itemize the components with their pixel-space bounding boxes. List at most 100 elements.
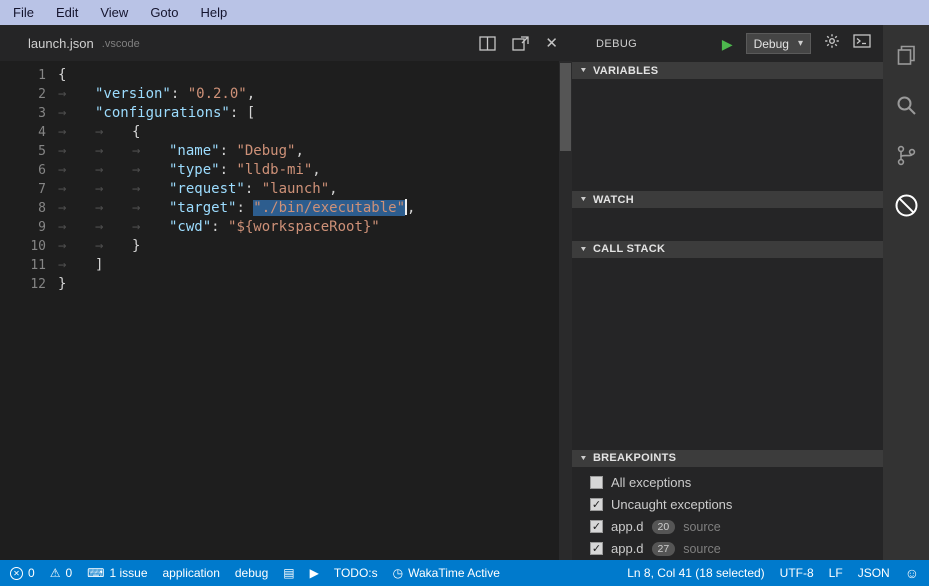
breakpoint-row[interactable]: ✓app.d20source — [572, 516, 883, 538]
open-preview-icon[interactable] — [512, 36, 529, 51]
code-line[interactable]: 6→→→"type": "lldb-mi", — [0, 161, 572, 180]
tab-whitespace-arrow-icon: → — [58, 237, 95, 256]
breakpoint-row[interactable]: ✓Uncaught exceptions — [572, 494, 883, 516]
keyboard-icon: ⌨ — [87, 567, 104, 579]
statusbar-encoding[interactable]: UTF-8 — [780, 566, 814, 580]
line-number: 10 — [0, 237, 46, 256]
breakpoint-checkbox[interactable] — [590, 476, 603, 489]
code-token: "request" — [169, 181, 245, 197]
code-line[interactable]: 12} — [0, 275, 572, 294]
code-token: , — [247, 86, 255, 102]
statusbar-eol[interactable]: LF — [829, 566, 843, 580]
search-icon[interactable] — [892, 91, 920, 119]
statusbar-encoding-label: UTF-8 — [780, 566, 814, 580]
line-number: 4 — [0, 123, 46, 142]
statusbar-language-mode[interactable]: JSON — [858, 566, 890, 580]
tab-whitespace-arrow-icon: → — [58, 180, 95, 199]
code-line[interactable]: 11 →] — [0, 256, 572, 275]
debug-console-icon[interactable] — [853, 34, 871, 53]
tab-folder-label: .vscode — [102, 38, 140, 50]
git-icon[interactable] — [892, 141, 920, 169]
code-token: ] — [95, 257, 103, 273]
breakpoint-line-badge: 20 — [652, 520, 676, 534]
tab-whitespace-arrow-icon: → — [95, 123, 132, 142]
section-callstack-header[interactable]: ▼ CALL STACK — [572, 241, 883, 258]
editor-scrollbar[interactable] — [559, 61, 572, 560]
code-token: , — [407, 200, 415, 216]
tab-whitespace-arrow-icon: → — [95, 161, 132, 180]
section-breakpoints-title: BREAKPOINTS — [593, 452, 676, 464]
editor-region: launch.json .vscode ✕ 1{2→"version": "0.… — [0, 25, 572, 560]
section-collapse-icon: ▼ — [579, 246, 587, 253]
breakpoint-checkbox[interactable]: ✓ — [590, 542, 603, 555]
scrollbar-thumb[interactable] — [560, 63, 571, 151]
menu-item-goto[interactable]: Goto — [139, 2, 189, 23]
tab-whitespace-arrow-icon: → — [132, 199, 169, 218]
breakpoint-checkbox[interactable]: ✓ — [590, 520, 603, 533]
main-area: launch.json .vscode ✕ 1{2→"version": "0.… — [0, 25, 929, 560]
breakpoint-checkbox[interactable]: ✓ — [590, 498, 603, 511]
line-number: 8 — [0, 199, 46, 218]
close-tab-icon[interactable]: ✕ — [545, 36, 558, 51]
statusbar-wakatime[interactable]: ◷WakaTime Active — [393, 566, 500, 580]
section-watch-header[interactable]: ▼ WATCH — [572, 191, 883, 208]
line-content: →"configurations": [ — [58, 104, 255, 123]
menu-item-help[interactable]: Help — [190, 2, 239, 23]
section-breakpoints-header[interactable]: ▼ BREAKPOINTS — [572, 450, 883, 467]
line-number: 1 — [0, 66, 46, 85]
statusbar-launch-application[interactable]: application — [163, 566, 220, 580]
code-token: : — [171, 86, 188, 102]
code-line[interactable]: 4→→{ — [0, 123, 572, 142]
statusbar-file-action[interactable]: ▤ — [283, 567, 294, 579]
breakpoint-label: app.d — [611, 541, 644, 556]
code-token: : — [220, 143, 237, 159]
variables-content — [572, 79, 883, 191]
line-number: 11 — [0, 256, 46, 275]
code-line[interactable]: 10→→} — [0, 237, 572, 256]
code-line[interactable]: 5→→→"name": "Debug", — [0, 142, 572, 161]
code-token: : — [211, 219, 228, 235]
code-line[interactable]: 2→"version": "0.2.0", — [0, 85, 572, 104]
line-content: →] — [58, 256, 103, 275]
code-line[interactable]: 9→→→"cwd": "${workspaceRoot}" — [0, 218, 572, 237]
code-token: "version" — [95, 86, 171, 102]
code-line[interactable]: 7→→→"request": "launch", — [0, 180, 572, 199]
statusbar-warnings[interactable]: ⚠0 — [50, 566, 72, 580]
breakpoint-row[interactable]: ✓app.d27source — [572, 538, 883, 560]
code-line[interactable]: 1{ — [0, 66, 572, 85]
code-token: "lldb-mi" — [236, 162, 312, 178]
debug-icon[interactable] — [892, 191, 920, 219]
configure-gear-icon[interactable] — [824, 33, 840, 54]
menu-item-file[interactable]: File — [2, 2, 45, 23]
statusbar-errors[interactable]: ✕0 — [10, 566, 35, 580]
code-editor[interactable]: 1{2→"version": "0.2.0",3→"configurations… — [0, 61, 572, 560]
section-variables-header[interactable]: ▼ VARIABLES — [572, 62, 883, 79]
code-token: { — [58, 67, 66, 83]
statusbar-run-task[interactable]: ▶ — [310, 567, 319, 579]
tab-whitespace-arrow-icon: → — [58, 256, 95, 275]
start-debug-icon[interactable]: ▶ — [722, 37, 733, 51]
menu-item-view[interactable]: View — [89, 2, 139, 23]
menu-item-edit[interactable]: Edit — [45, 2, 89, 23]
line-content: →→→"type": "lldb-mi", — [58, 161, 321, 180]
statusbar-feedback[interactable]: ☺ — [905, 566, 919, 580]
statusbar-issues[interactable]: ⌨1 issue — [87, 566, 147, 580]
debug-config-dropdown[interactable]: Debug ▾ — [746, 33, 811, 54]
code-token: : — [245, 181, 262, 197]
breakpoint-detail: source — [683, 520, 721, 534]
statusbar-launch-debug[interactable]: debug — [235, 566, 268, 580]
file-icon: ▤ — [283, 567, 294, 579]
breakpoint-row[interactable]: All exceptions — [572, 472, 883, 494]
split-editor-icon[interactable] — [479, 36, 496, 51]
code-line[interactable]: 3→"configurations": [ — [0, 104, 572, 123]
tab-title[interactable]: launch.json — [28, 36, 94, 51]
tab-whitespace-arrow-icon: → — [95, 142, 132, 161]
code-line[interactable]: 8→→→"target": "./bin/executable", — [0, 199, 572, 218]
code-token: "type" — [169, 162, 220, 178]
error-icon: ✕ — [10, 567, 23, 580]
statusbar-cursor-position[interactable]: Ln 8, Col 41 (18 selected) — [627, 566, 764, 580]
explorer-icon[interactable] — [892, 41, 920, 69]
code-token: "${workspaceRoot}" — [228, 219, 380, 235]
statusbar-todos[interactable]: TODO:s — [334, 566, 378, 580]
code-token: { — [132, 124, 140, 140]
